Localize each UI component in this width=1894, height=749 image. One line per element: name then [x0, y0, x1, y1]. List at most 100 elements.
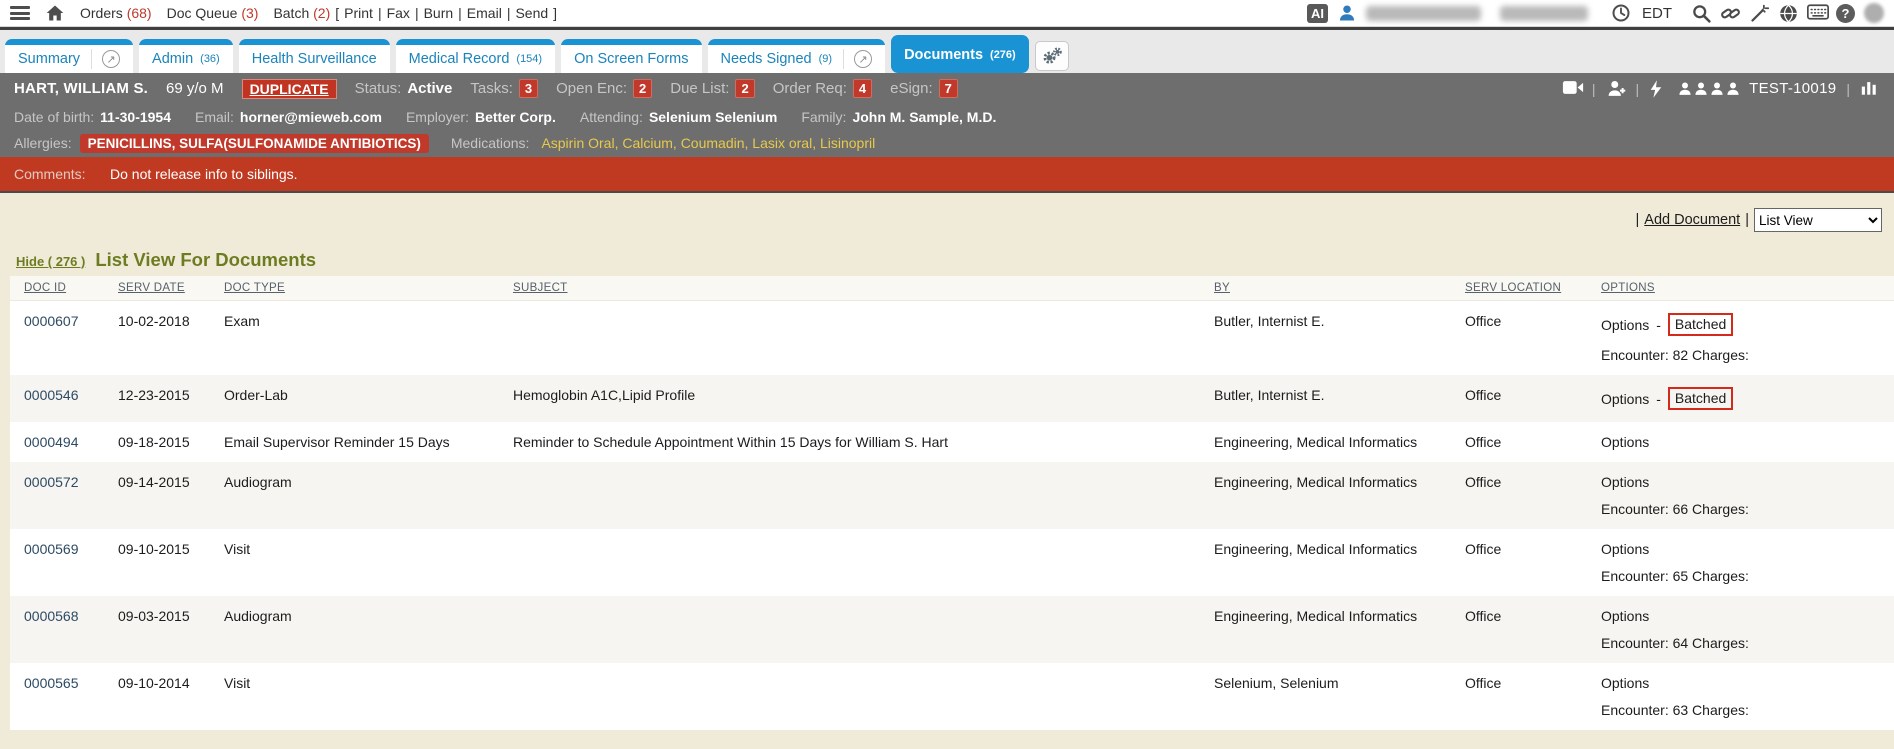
options-link[interactable]: Options	[1601, 474, 1649, 490]
column-header-doc-id[interactable]: DOC ID	[24, 282, 118, 294]
tab-count: (276)	[990, 49, 1016, 61]
doc-id-link[interactable]: 0000569	[24, 541, 118, 557]
doc-type-cell: Exam	[224, 313, 513, 329]
batch-link[interactable]: Batch (2)	[273, 5, 330, 21]
chart-id[interactable]: TEST-10019	[1749, 80, 1836, 97]
tab-label: Needs Signed	[721, 51, 812, 67]
email-link[interactable]: Email	[467, 5, 502, 21]
column-header-subject[interactable]: SUBJECT	[513, 282, 1214, 294]
options-cell: Options	[1601, 541, 1894, 557]
tab-count: (9)	[819, 53, 832, 65]
doc-id-link[interactable]: 0000546	[24, 387, 118, 403]
clock-icon[interactable]	[1611, 3, 1631, 23]
lightning-icon[interactable]	[1649, 79, 1669, 99]
options-link[interactable]: Options	[1601, 391, 1649, 407]
video-camera-icon[interactable]	[1562, 79, 1582, 99]
batch-actions-group: [Print|Fax|Burn|Email|Send]	[335, 5, 557, 21]
document-row[interactable]: 0000546 12-23-2015 Order-Lab Hemoglobin …	[10, 375, 1894, 422]
wand-icon[interactable]	[1749, 3, 1769, 23]
document-row[interactable]: 0000565 09-10-2014 Visit Selenium, Selen…	[10, 663, 1894, 730]
ai-badge[interactable]: AI	[1307, 4, 1328, 23]
search-icon[interactable]	[1691, 3, 1711, 23]
burn-link[interactable]: Burn	[424, 5, 454, 21]
order-req-count-badge[interactable]: 4	[853, 79, 872, 98]
options-link[interactable]: Options	[1601, 434, 1649, 450]
column-header-serv-date[interactable]: SERV DATE	[118, 282, 224, 294]
tab-summary[interactable]: Summary ↗	[5, 39, 133, 73]
doc-queue-link[interactable]: Doc Queue (3)	[167, 5, 259, 21]
email-value[interactable]: horner@mieweb.com	[240, 109, 382, 125]
document-row[interactable]: 0000607 10-02-2018 Exam Butler, Internis…	[10, 301, 1894, 375]
doc-id-link[interactable]: 0000607	[24, 313, 118, 329]
tab-health-surveillance[interactable]: Health Surveillance	[239, 39, 390, 73]
options-link[interactable]: Options	[1601, 541, 1649, 557]
column-header-by[interactable]: BY	[1214, 282, 1465, 294]
doc-id-link[interactable]: 0000494	[24, 434, 118, 450]
bar-chart-icon[interactable]	[1860, 79, 1880, 99]
external-link-icon[interactable]: ↗	[102, 50, 120, 68]
document-row[interactable]: 0000572 09-14-2015 Audiogram Engineering…	[10, 462, 1894, 529]
medications-list[interactable]: Aspirin Oral, Calcium, Coumadin, Lasix o…	[541, 135, 875, 151]
separator: |	[1636, 81, 1640, 97]
doc-id-link[interactable]: 0000565	[24, 675, 118, 691]
tasks-count-badge[interactable]: 3	[519, 79, 538, 98]
doc-id-link[interactable]: 0000572	[24, 474, 118, 490]
link-icon[interactable]	[1720, 3, 1740, 23]
encounter-link[interactable]: Encounter: 65 Charges:	[1601, 568, 1894, 584]
doc-type-cell: Email Supervisor Reminder 15 Days	[224, 434, 513, 450]
by-cell: Engineering, Medical Informatics	[1214, 608, 1465, 624]
due-list-count-badge[interactable]: 2	[735, 79, 754, 98]
batched-badge[interactable]: Batched	[1668, 387, 1733, 410]
open-enc-count-badge[interactable]: 2	[633, 79, 652, 98]
patient-name[interactable]: HART, WILLIAM S.	[14, 80, 148, 97]
home-icon[interactable]	[45, 3, 65, 23]
user-icon[interactable]	[1337, 3, 1357, 23]
fax-link[interactable]: Fax	[387, 5, 410, 21]
options-link[interactable]: Options	[1601, 608, 1649, 624]
due-list-label: Due List:	[670, 80, 729, 97]
duplicate-badge[interactable]: DUPLICATE	[242, 79, 337, 99]
tab-admin[interactable]: Admin (36)	[139, 39, 233, 73]
document-row[interactable]: 0000568 09-03-2015 Audiogram Engineering…	[10, 596, 1894, 663]
allergies-label: Allergies:	[14, 135, 72, 151]
encounter-link[interactable]: Encounter: 64 Charges:	[1601, 635, 1894, 651]
document-row[interactable]: 0000569 09-10-2015 Visit Engineering, Me…	[10, 529, 1894, 596]
tabs-container: Summary ↗ Admin (36) Health Surveillance…	[5, 35, 1029, 73]
by-cell: Butler, Internist E.	[1214, 387, 1465, 403]
encounter-link[interactable]: Encounter: 63 Charges:	[1601, 702, 1894, 718]
external-link-icon[interactable]: ↗	[854, 50, 872, 68]
tab-on-screen-forms[interactable]: On Screen Forms	[561, 39, 701, 73]
tab-medical-record[interactable]: Medical Record (154)	[396, 39, 555, 73]
encounter-persons-icons[interactable]	[1679, 81, 1739, 96]
document-row[interactable]: 0000494 09-18-2015 Email Supervisor Remi…	[10, 422, 1894, 462]
add-person-icon[interactable]	[1606, 79, 1626, 99]
hide-documents-link[interactable]: Hide ( 276 )	[16, 254, 85, 269]
tab-documents[interactable]: Documents (276)	[891, 35, 1029, 73]
hamburger-menu-icon[interactable]	[10, 6, 30, 20]
encounter-link[interactable]: Encounter: 82 Charges:	[1601, 347, 1894, 363]
orders-link[interactable]: Orders (68)	[80, 5, 152, 21]
help-icon[interactable]: ?	[1836, 4, 1855, 23]
doc-id-link[interactable]: 0000568	[24, 608, 118, 624]
doc-type-cell: Order-Lab	[224, 387, 513, 403]
allergies-badge[interactable]: PENICILLINS, SULFA(SULFONAMIDE ANTIBIOTI…	[80, 134, 429, 153]
keyboard-icon[interactable]	[1807, 3, 1827, 23]
column-header-serv-location[interactable]: SERV LOCATION	[1465, 282, 1601, 294]
tab-settings-button[interactable]	[1035, 41, 1069, 71]
view-mode-select[interactable]: List View	[1754, 208, 1882, 232]
batch-count: (2)	[313, 5, 330, 21]
encounter-link[interactable]: Encounter: 66 Charges:	[1601, 501, 1894, 517]
esign-count-badge[interactable]: 7	[939, 79, 958, 98]
blurred-role	[1500, 6, 1588, 21]
globe-icon[interactable]	[1778, 3, 1798, 23]
tab-needs-signed[interactable]: Needs Signed (9) ↗	[708, 39, 886, 73]
options-link[interactable]: Options	[1601, 675, 1649, 691]
batched-badge[interactable]: Batched	[1668, 313, 1733, 336]
options-link[interactable]: Options	[1601, 317, 1649, 333]
column-header-doc-type[interactable]: DOC TYPE	[224, 282, 513, 294]
add-document-link[interactable]: Add Document	[1644, 212, 1740, 228]
column-header-options[interactable]: OPTIONS	[1601, 282, 1894, 294]
send-link[interactable]: Send	[515, 5, 548, 21]
print-link[interactable]: Print	[344, 5, 373, 21]
status-value: Active	[407, 80, 452, 97]
